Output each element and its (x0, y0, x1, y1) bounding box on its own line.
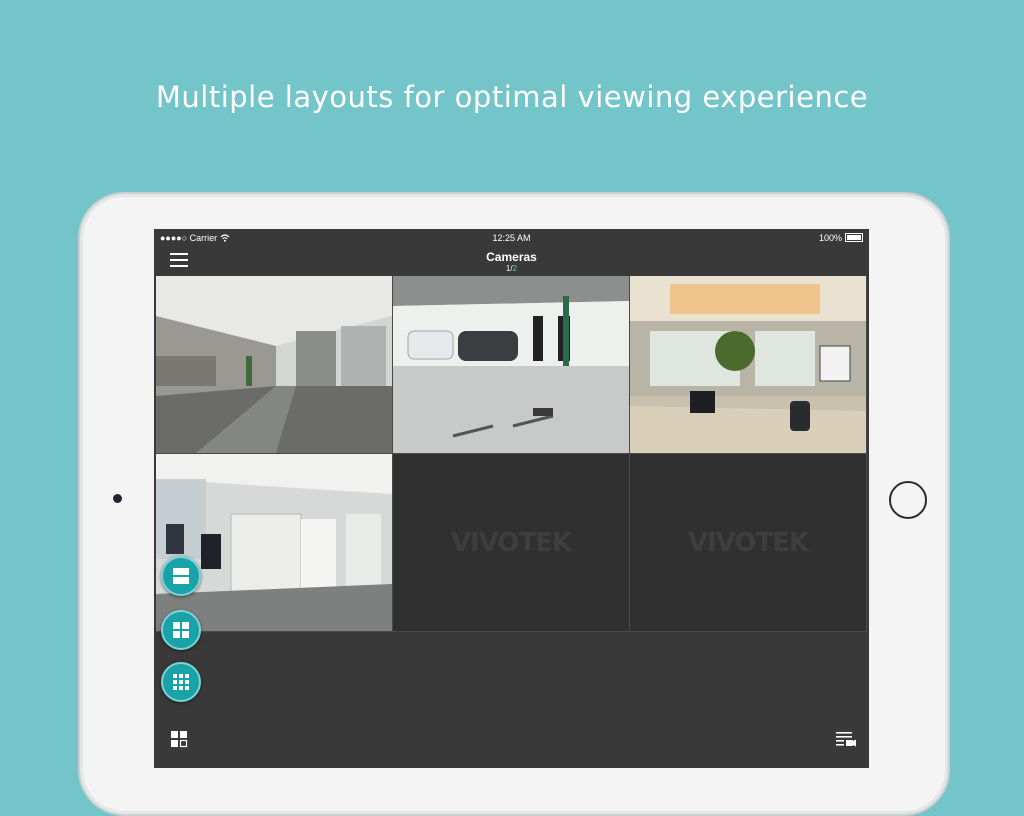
page-title: Cameras (486, 250, 537, 264)
camera-view-open-office[interactable] (156, 454, 392, 631)
home-button[interactable] (889, 481, 927, 519)
camera-view-office-room[interactable] (630, 276, 866, 453)
front-camera (113, 494, 122, 503)
layout-1x2-button[interactable] (161, 556, 201, 596)
status-time: 12:25 AM (492, 233, 531, 243)
app-screen: ●●●●○ Carrier 12:25 AM 100% Cameras 1/2 (154, 229, 869, 768)
layout-1x2-icon (173, 568, 189, 584)
camera-view-lobby[interactable] (156, 276, 392, 453)
vivotek-logo: VIVOTEK (687, 527, 809, 558)
camera-view-empty[interactable]: VIVOTEK (393, 454, 629, 631)
vivotek-logo: VIVOTEK (450, 527, 572, 558)
headline: Multiple layouts for optimal viewing exp… (155, 80, 869, 114)
layout-3x3-icon (173, 674, 189, 690)
layout-2x2-icon (173, 622, 189, 638)
camera-view-parking-garage[interactable] (393, 276, 629, 453)
status-battery: 100% (819, 233, 863, 243)
layout-3x3-button[interactable] (161, 662, 201, 702)
status-bar: ●●●●○ Carrier 12:25 AM 100% (154, 229, 869, 247)
nav-bar: Cameras 1/2 (154, 247, 869, 276)
page-indicator: 1/2 (505, 264, 518, 273)
battery-icon (845, 233, 863, 242)
layout-switch-icon[interactable] (170, 730, 189, 754)
camera-list-icon[interactable] (835, 730, 857, 753)
camera-view-empty[interactable]: VIVOTEK (630, 454, 866, 631)
camera-grid: VIVOTEK VIVOTEK (156, 276, 867, 632)
layout-2x2-button[interactable] (161, 610, 201, 650)
